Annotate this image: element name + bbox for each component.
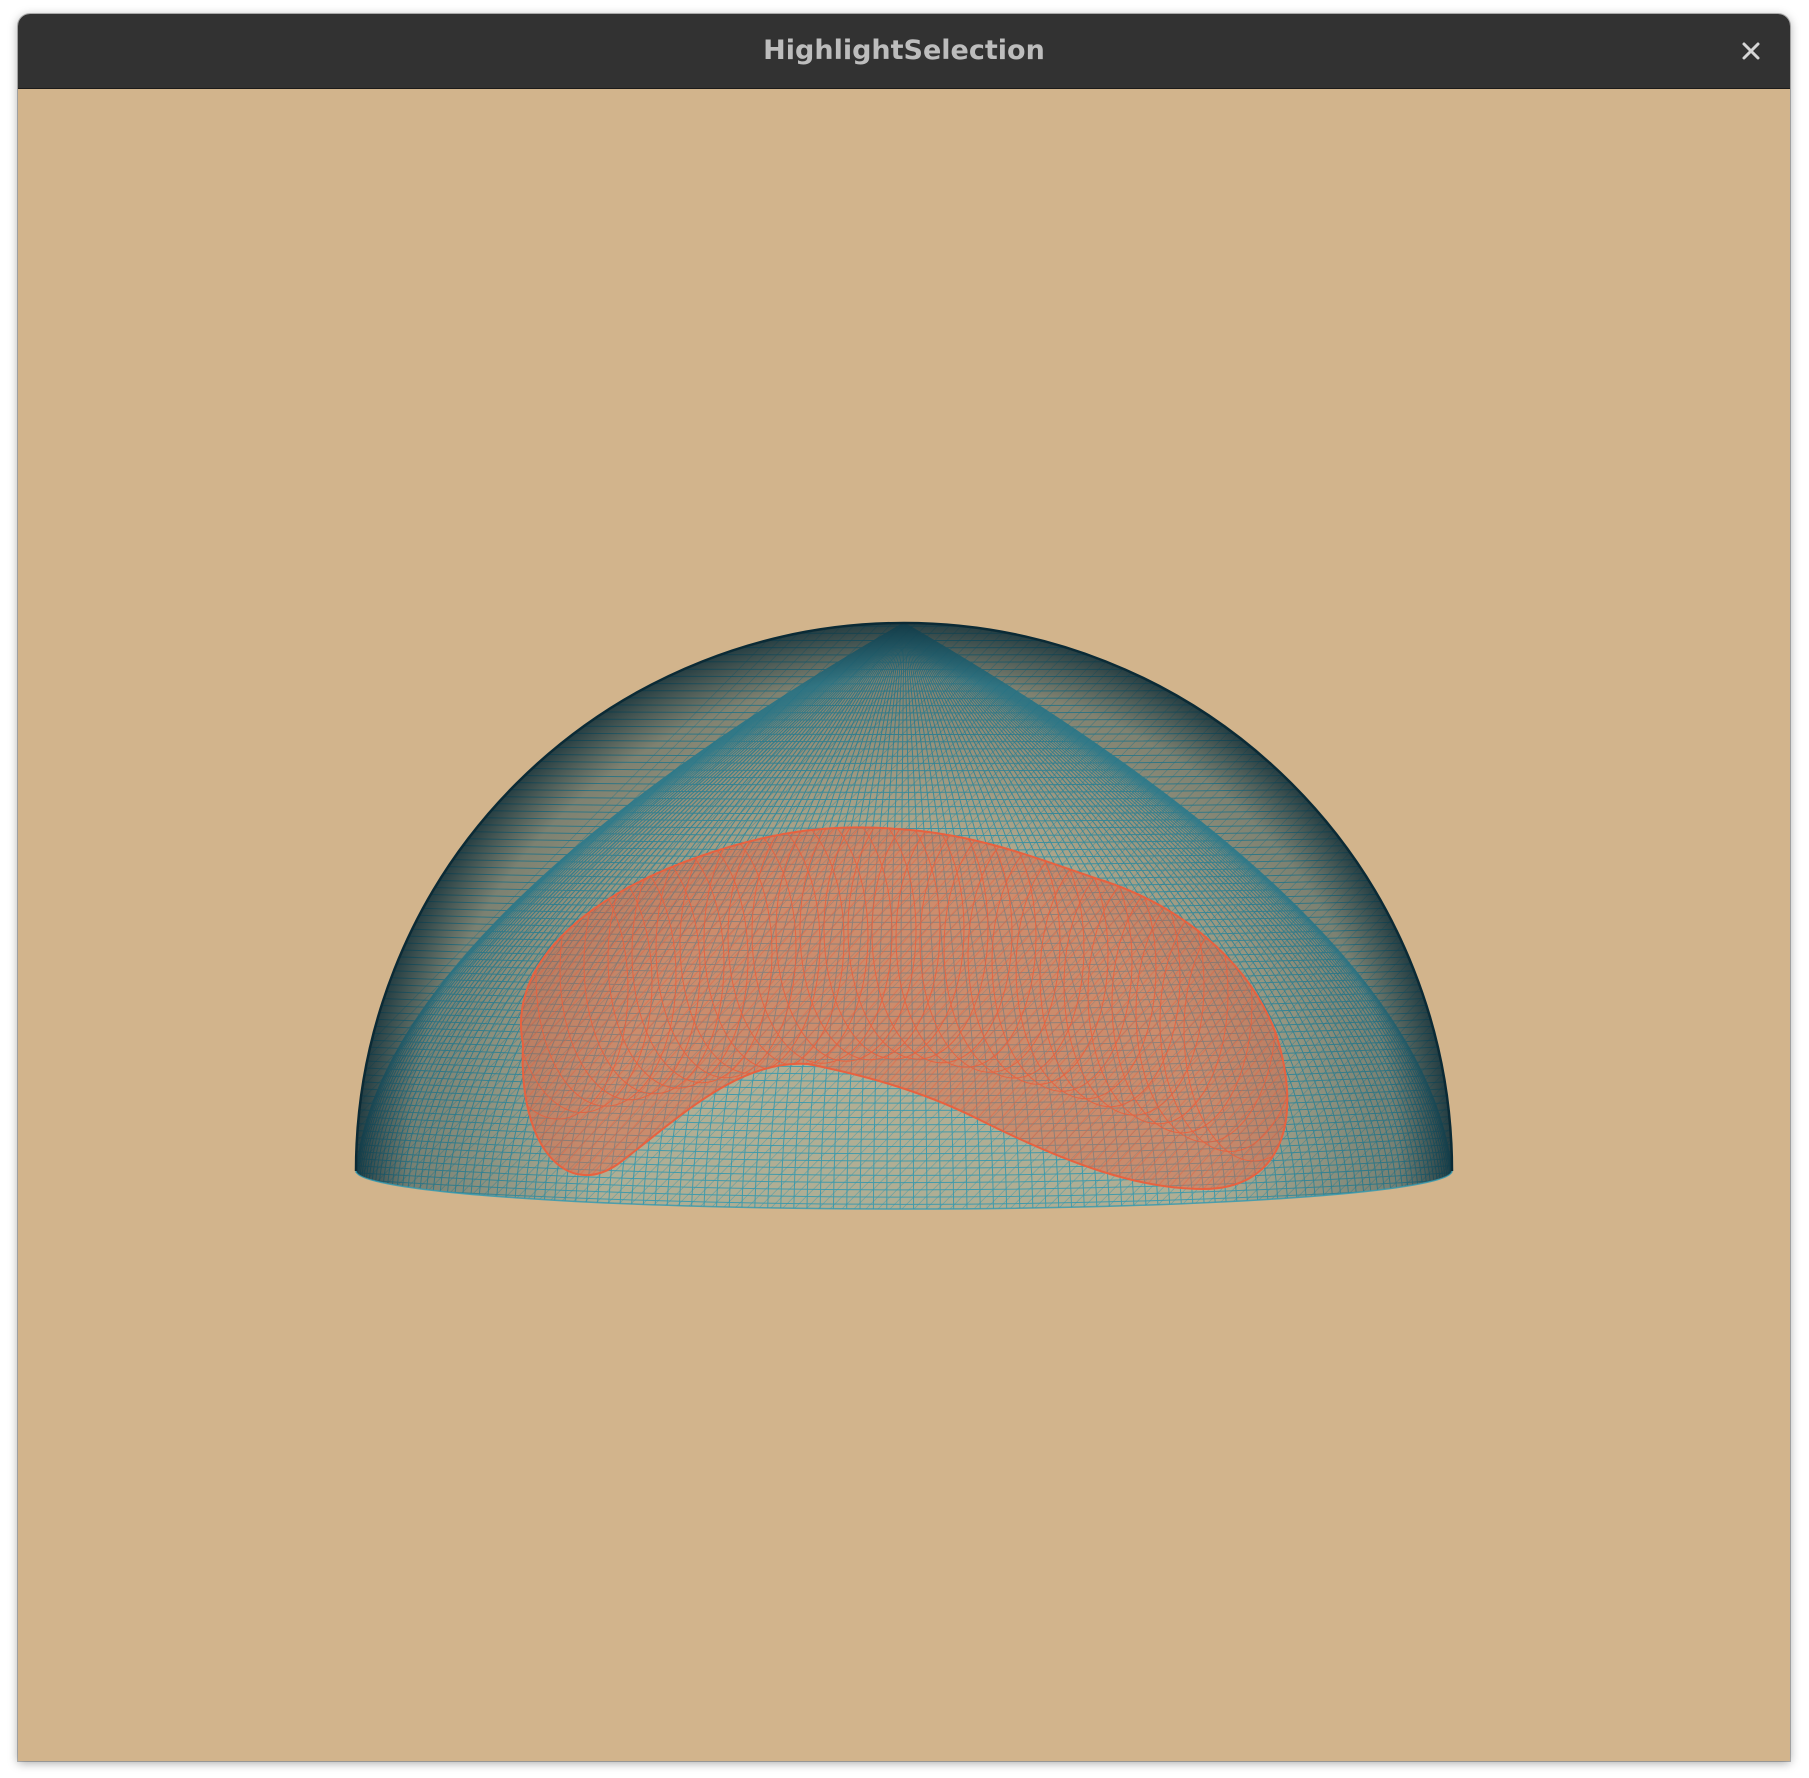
render-viewport[interactable] bbox=[18, 89, 1790, 1761]
close-icon bbox=[1742, 42, 1760, 60]
window-title: HighlightSelection bbox=[763, 35, 1045, 66]
render-canvas[interactable] bbox=[18, 89, 1790, 1761]
close-button[interactable] bbox=[1734, 34, 1768, 68]
title-bar[interactable]: HighlightSelection bbox=[18, 14, 1790, 89]
app-window: HighlightSelection bbox=[18, 14, 1790, 1761]
